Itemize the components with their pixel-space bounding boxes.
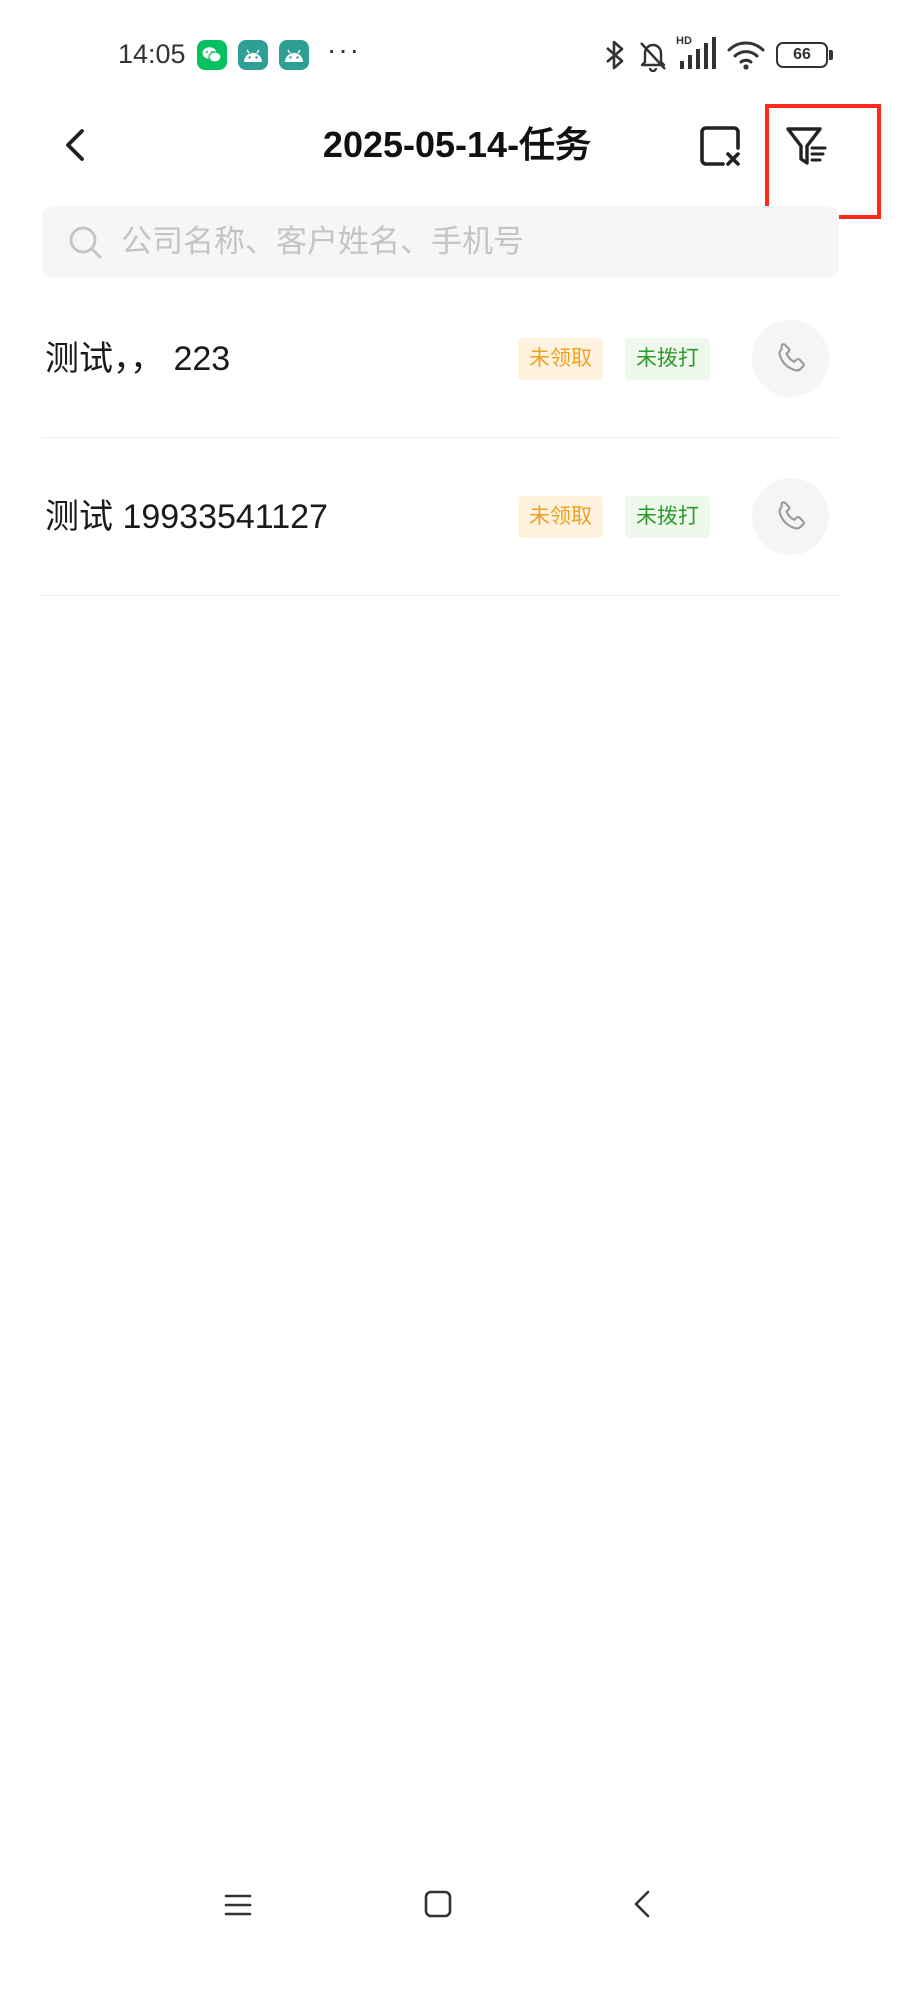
task-list-screen: 14:05 ··· HD 66 2025-05-14-任务 公司名称、客户姓名、… (0, 0, 900, 2000)
bell-off-icon (636, 38, 670, 73)
battery-cap (829, 50, 833, 60)
search-icon (68, 225, 104, 261)
phone-icon (778, 342, 805, 371)
android-icon (279, 40, 309, 70)
page-title: 2025-05-14-任务 (322, 124, 592, 165)
list-item[interactable]: 测试 19933541127 未领取 未拨打 (42, 438, 839, 596)
clear-selection-icon[interactable] (697, 123, 743, 169)
back-icon[interactable] (630, 1888, 654, 1920)
claim-status-badge: 未领取 (518, 496, 603, 538)
battery-icon: 66 (776, 42, 834, 68)
highlight-annotation-box (765, 104, 881, 219)
call-status-badge: 未拨打 (625, 338, 710, 380)
status-time: 14:05 (118, 39, 186, 69)
wifi-icon (726, 38, 766, 72)
more-notifications-icon: ··· (327, 34, 361, 65)
claim-status-badge: 未领取 (518, 338, 603, 380)
task-name: 测试，， 223 (45, 340, 231, 378)
call-button[interactable] (752, 320, 829, 397)
home-icon[interactable] (424, 1890, 452, 1918)
bluetooth-icon (602, 38, 628, 72)
search-input[interactable] (121, 206, 821, 278)
android-icon (238, 40, 268, 70)
search-bar[interactable] (42, 206, 839, 278)
wechat-icon (197, 40, 227, 70)
list-item[interactable]: 测试，， 223 未领取 未拨打 (42, 280, 839, 438)
chevron-left-icon[interactable] (54, 123, 98, 167)
task-name: 测试 19933541127 (45, 498, 328, 536)
menu-icon[interactable] (223, 1892, 253, 1918)
phone-icon (778, 500, 805, 529)
signal-icon: HD (676, 35, 720, 73)
call-status-badge: 未拨打 (625, 496, 710, 538)
battery-level: 66 (776, 42, 828, 68)
call-button[interactable] (752, 478, 829, 555)
